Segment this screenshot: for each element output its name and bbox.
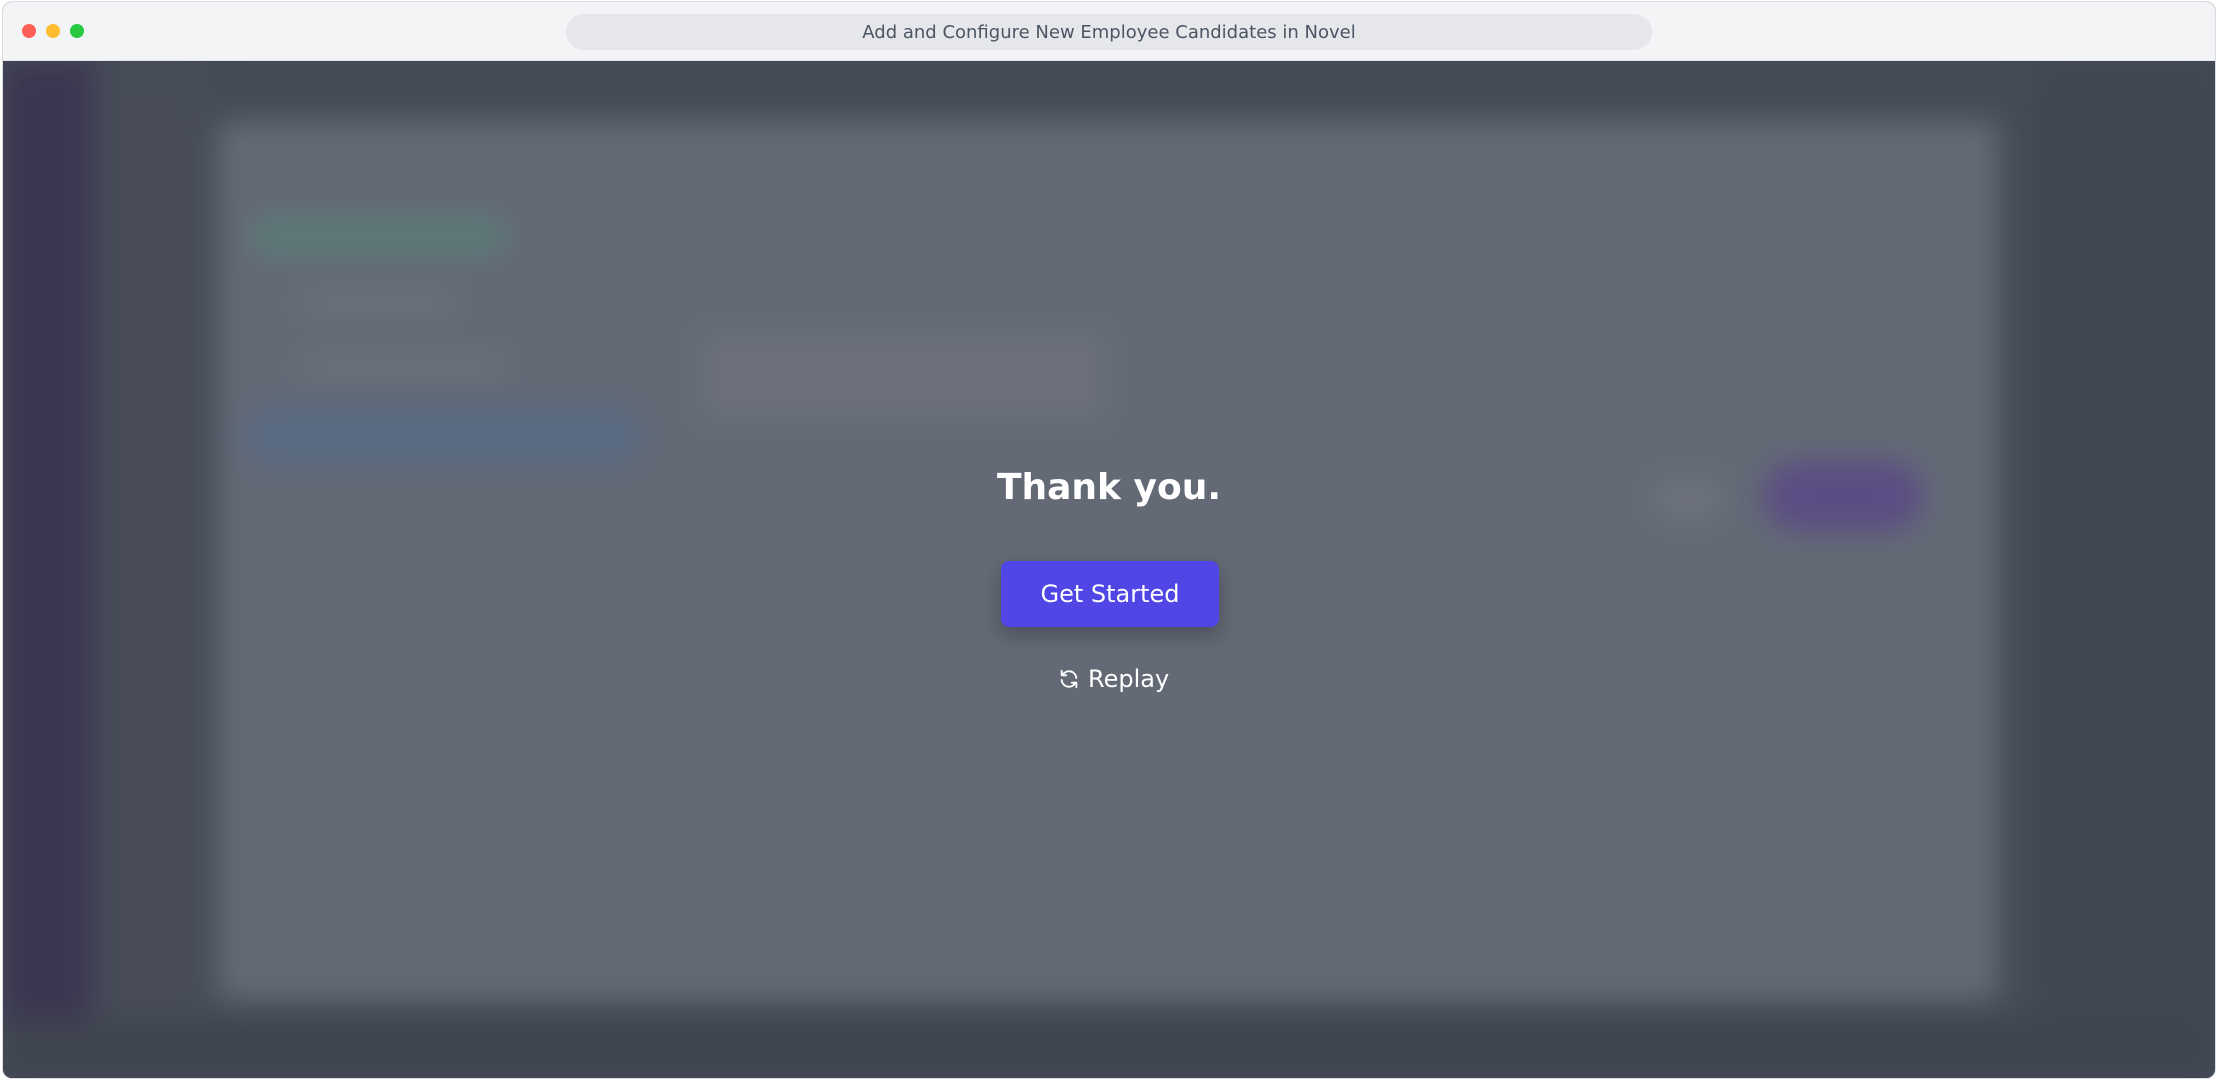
minimize-window-dot[interactable]: [46, 24, 60, 38]
demo-stage: Thank you. Get Started Replay: [3, 61, 2215, 1078]
close-window-dot[interactable]: [22, 24, 36, 38]
replay-label: Replay: [1088, 665, 1170, 693]
window-title: Add and Configure New Employee Candidate…: [566, 14, 1652, 50]
refresh-icon: [1058, 668, 1080, 690]
maximize-window-dot[interactable]: [70, 24, 84, 38]
browser-window: Add and Configure New Employee Candidate…: [2, 1, 2216, 1079]
title-bar: Add and Configure New Employee Candidate…: [3, 2, 2215, 61]
replay-button[interactable]: Replay: [1058, 661, 1169, 697]
completion-overlay: Thank you. Get Started Replay: [3, 61, 2215, 1078]
thank-you-heading: Thank you.: [996, 467, 1222, 508]
get-started-button[interactable]: Get Started: [1001, 561, 1219, 627]
